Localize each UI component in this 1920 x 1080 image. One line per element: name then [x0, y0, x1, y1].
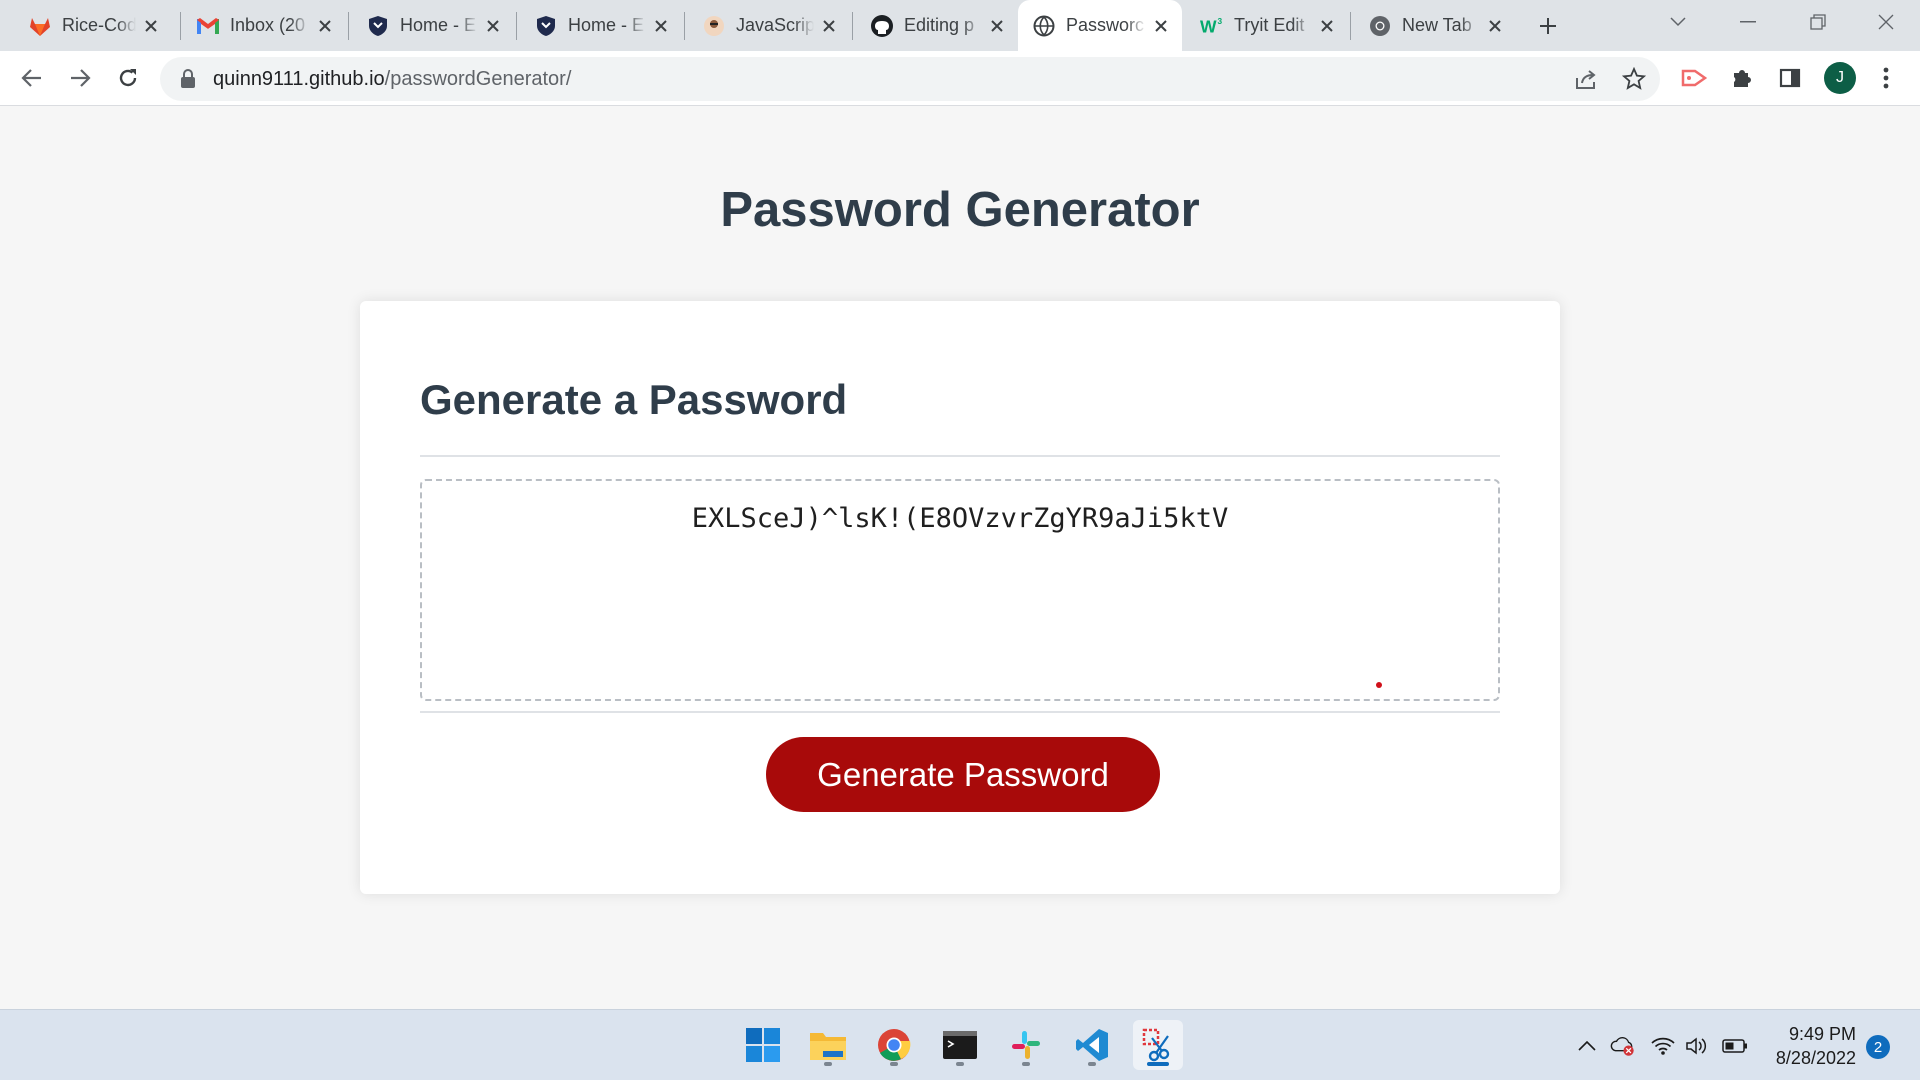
- page-title: Password Generator: [720, 183, 1200, 237]
- clock-time: 9:49 PM: [1788, 1024, 1856, 1044]
- tab-separator: [852, 12, 853, 40]
- w3schools-icon: W3: [1200, 14, 1224, 38]
- running-indicator: [956, 1062, 964, 1066]
- more-menu-icon[interactable]: [1867, 59, 1905, 97]
- bookmark-star-icon[interactable]: [1620, 65, 1648, 93]
- cursor-dot: [1376, 682, 1382, 688]
- tab-title: Inbox (20: [230, 15, 306, 35]
- browser-tab[interactable]: Rice-Cod: [14, 0, 172, 51]
- system-clock[interactable]: 9:49 PM 8/28/2022: [1764, 1022, 1856, 1070]
- shield-icon: [534, 14, 558, 38]
- gmail-icon: [196, 14, 220, 38]
- lock-icon[interactable]: [180, 69, 196, 94]
- tab-title: Editing p: [904, 15, 975, 35]
- globe-icon: [1032, 14, 1056, 38]
- profile-avatar[interactable]: J: [1824, 62, 1856, 94]
- close-icon[interactable]: [818, 15, 840, 37]
- close-icon[interactable]: [140, 15, 162, 37]
- password-textarea[interactable]: EXLSceJ)^lsK!(E8OVzvrZgYR9aJi5ktV: [420, 479, 1500, 701]
- browser-tab-strip: Rice-Cod Inbox (20 Home - E Home - E Jav…: [0, 0, 1920, 51]
- shield-icon: [366, 14, 390, 38]
- browser-tab-active[interactable]: Passworc: [1018, 0, 1182, 51]
- tab-separator: [516, 12, 517, 40]
- tab-separator: [348, 12, 349, 40]
- svg-text:3: 3: [1218, 16, 1223, 26]
- divider: [420, 455, 1500, 457]
- tab-title: Tryit Edit: [1234, 15, 1305, 35]
- show-hidden-icons-chevron-up-icon[interactable]: [1574, 1033, 1600, 1059]
- running-indicator: [1022, 1062, 1030, 1066]
- divider: [420, 711, 1500, 713]
- browser-tab[interactable]: New Tab: [1354, 0, 1516, 51]
- url-text[interactable]: quinn9111.github.io/passwordGenerator/: [213, 68, 571, 91]
- running-indicator: [824, 1062, 832, 1066]
- running-indicator: [890, 1062, 898, 1066]
- share-icon[interactable]: [1572, 65, 1600, 93]
- chrome-icon: [1368, 14, 1392, 38]
- tab-title: Home - E: [400, 15, 477, 35]
- snipping-tool-icon[interactable]: [1133, 1020, 1183, 1070]
- card-header: Generate a Password: [420, 376, 848, 423]
- wifi-icon[interactable]: [1650, 1033, 1676, 1059]
- side-panel-icon[interactable]: [1771, 59, 1809, 97]
- running-indicator: [1147, 1062, 1169, 1066]
- taskbar: 9:49 PM 8/28/2022 2: [0, 1009, 1920, 1080]
- new-tab-button[interactable]: [1532, 10, 1564, 42]
- terminal-icon[interactable]: [935, 1020, 985, 1070]
- url-host: quinn9111.github.io: [213, 68, 385, 90]
- browser-tab[interactable]: Inbox (20: [182, 0, 346, 51]
- slack-icon[interactable]: [1001, 1020, 1051, 1070]
- close-icon[interactable]: [482, 15, 504, 37]
- url-path: /passwordGenerator/: [384, 68, 572, 90]
- clock-date: 8/28/2022: [1775, 1048, 1856, 1068]
- tab-search-chevron-down-icon[interactable]: [1652, 0, 1704, 44]
- svg-text:W: W: [1200, 16, 1217, 36]
- battery-icon[interactable]: [1722, 1033, 1748, 1059]
- close-icon[interactable]: [986, 15, 1008, 37]
- chrome-icon[interactable]: [869, 1020, 919, 1070]
- tab-separator: [180, 12, 181, 40]
- password-card: Generate a Password EXLSceJ)^lsK!(E8OVzv…: [360, 301, 1560, 894]
- running-indicator: [1088, 1062, 1096, 1066]
- address-bar[interactable]: quinn9111.github.io/passwordGenerator/: [160, 57, 1660, 101]
- browser-tab[interactable]: JavaScrip: [688, 0, 850, 51]
- notification-badge[interactable]: 2: [1866, 1035, 1890, 1059]
- screencast-extension-icon[interactable]: [1675, 59, 1713, 97]
- gitlab-icon: [28, 14, 52, 38]
- tab-separator: [1350, 12, 1351, 40]
- close-window-icon[interactable]: [1860, 0, 1912, 44]
- back-arrow-icon[interactable]: [13, 59, 51, 97]
- vscode-icon[interactable]: [1067, 1020, 1117, 1070]
- onedrive-error-icon[interactable]: [1610, 1033, 1636, 1059]
- restore-icon[interactable]: [1792, 0, 1844, 44]
- volume-icon[interactable]: [1684, 1033, 1710, 1059]
- reload-icon[interactable]: [109, 59, 147, 97]
- close-icon[interactable]: [650, 15, 672, 37]
- browser-tab[interactable]: Home - E: [352, 0, 514, 51]
- generate-password-button[interactable]: Generate Password: [766, 737, 1160, 812]
- tab-title: Rice-Cod: [62, 15, 136, 35]
- tab-title: New Tab: [1402, 15, 1472, 35]
- person-avatar-icon: [702, 14, 726, 38]
- file-explorer-icon[interactable]: [803, 1020, 853, 1070]
- browser-toolbar: quinn9111.github.io/passwordGenerator/ J: [0, 51, 1920, 106]
- close-icon[interactable]: [1316, 15, 1338, 37]
- close-icon[interactable]: [1484, 15, 1506, 37]
- forward-arrow-icon[interactable]: [61, 59, 99, 97]
- close-icon[interactable]: [314, 15, 336, 37]
- extensions-puzzle-icon[interactable]: [1723, 59, 1761, 97]
- close-icon[interactable]: [1150, 15, 1172, 37]
- tab-separator: [684, 12, 685, 40]
- tab-title: Passworc: [1066, 15, 1145, 35]
- minimize-icon[interactable]: [1722, 0, 1774, 44]
- tab-title: Home - E: [568, 15, 645, 35]
- tab-title: JavaScrip: [736, 15, 814, 35]
- browser-tab[interactable]: Editing p: [856, 0, 1018, 51]
- github-icon: [870, 14, 894, 38]
- browser-tab[interactable]: W3 Tryit Edit: [1186, 0, 1348, 51]
- windows-start-icon[interactable]: [738, 1020, 788, 1070]
- web-page: Password Generator Generate a Password E…: [0, 107, 1920, 1009]
- browser-tab[interactable]: Home - E: [520, 0, 682, 51]
